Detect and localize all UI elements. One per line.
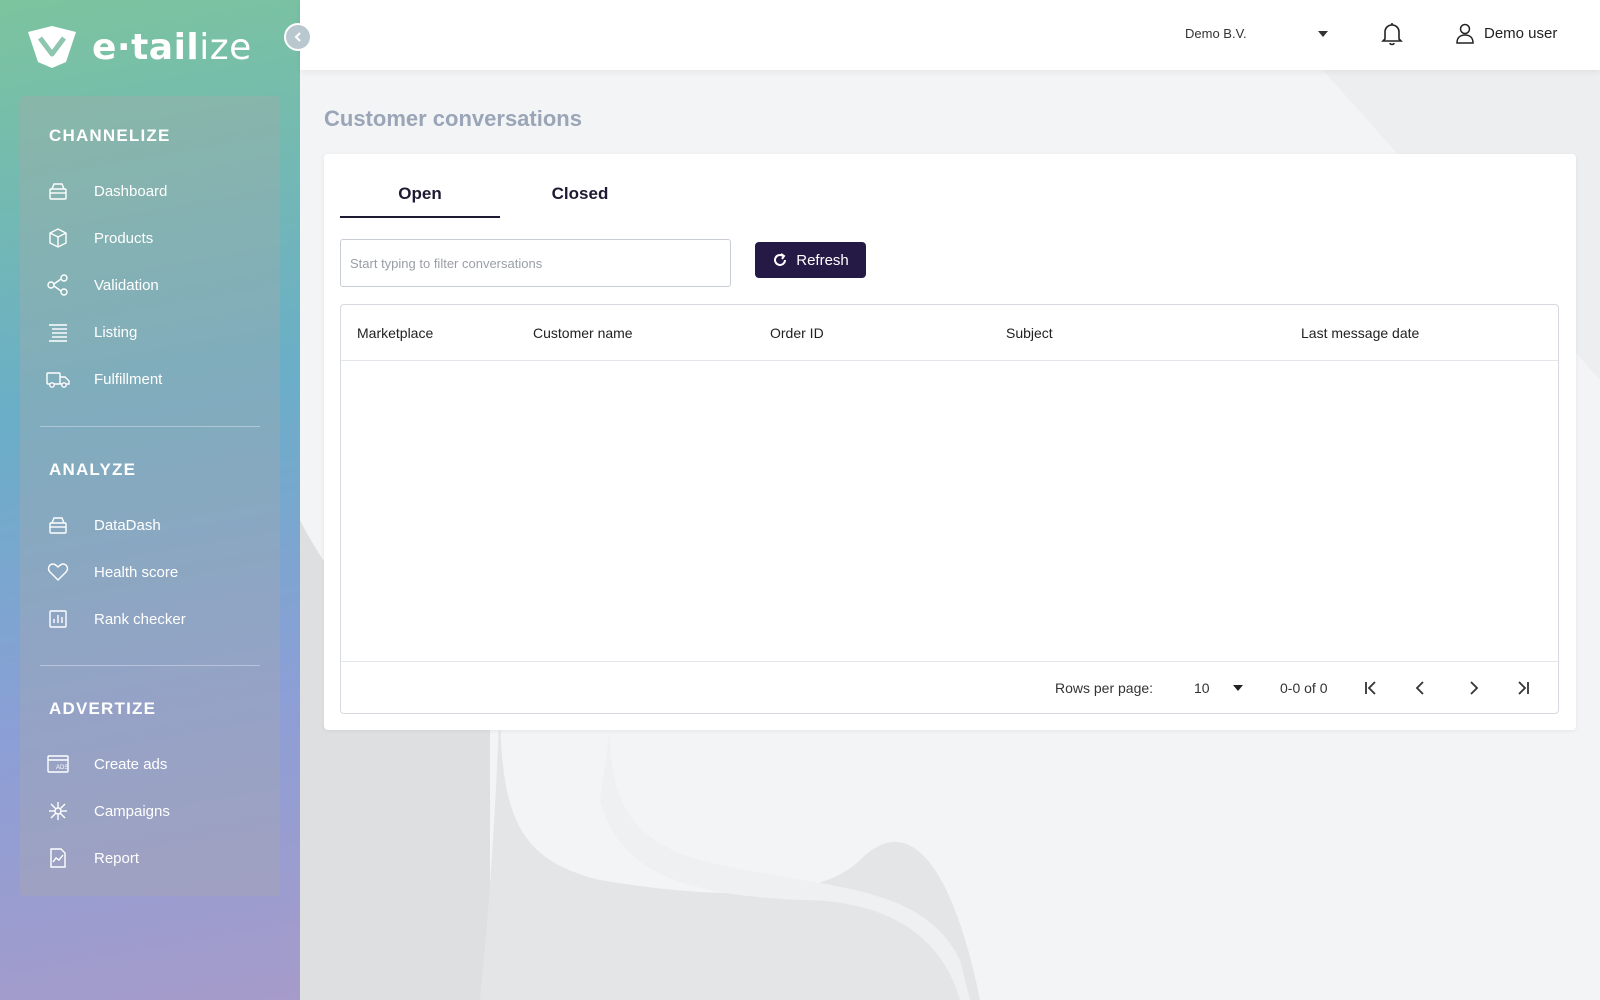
column-header-marketplace[interactable]: Marketplace — [357, 325, 433, 341]
next-page-button[interactable] — [1461, 676, 1485, 700]
bar-chart-icon — [46, 607, 70, 631]
truck-icon — [46, 367, 70, 391]
network-icon — [46, 799, 70, 823]
section-title-advertize: ADVERTIZE — [49, 699, 157, 718]
rows-per-page-label: Rows per page: — [1055, 680, 1154, 696]
heart-icon — [46, 560, 70, 584]
filter-conversations-input[interactable] — [340, 239, 731, 287]
first-page-icon — [1365, 681, 1376, 695]
user-icon — [1456, 23, 1474, 44]
report-icon — [46, 846, 70, 870]
svg-text:ADS: ADS — [56, 765, 68, 771]
ads-icon: ADS — [46, 752, 70, 776]
list-lines-icon — [46, 320, 70, 344]
sidebar-item-rank-checker[interactable]: Rank checker — [46, 603, 266, 635]
last-page-icon — [1518, 681, 1529, 695]
notifications-button[interactable] — [1380, 21, 1404, 52]
sidebar-item-campaigns[interactable]: Campaigns — [46, 795, 266, 827]
sidebar-item-fulfillment[interactable]: Fulfillment — [46, 363, 266, 395]
section-title-channelize: CHANNELIZE — [49, 126, 171, 145]
company-selector[interactable]: Demo B.V. — [1185, 26, 1329, 41]
brand-name: e·tailize — [92, 26, 252, 68]
user-menu[interactable]: Demo user — [1454, 22, 1557, 44]
company-name: Demo B.V. — [1185, 26, 1247, 41]
page-title: Customer conversations — [324, 106, 582, 131]
previous-page-button[interactable] — [1409, 676, 1433, 700]
top-bar: Demo B.V. Demo user — [300, 0, 1600, 70]
tabs: Open Closed — [340, 176, 660, 218]
sidebar-item-validation[interactable]: Validation — [46, 269, 266, 301]
chevron-right-icon — [1470, 681, 1479, 695]
bell-icon — [1381, 23, 1403, 46]
nav-panel: CHANNELIZE Dashboard Products Validation… — [20, 96, 280, 896]
sidebar-item-listing[interactable]: Listing — [46, 316, 266, 348]
column-header-last-message-date[interactable]: Last message date — [1301, 325, 1419, 341]
sidebar-item-dashboard[interactable]: Dashboard — [46, 175, 266, 207]
column-header-order-id[interactable]: Order ID — [770, 325, 824, 341]
collapse-sidebar-button[interactable] — [284, 23, 312, 51]
user-name: Demo user — [1484, 24, 1558, 42]
cube-icon — [46, 226, 70, 250]
chevron-left-icon — [1415, 681, 1424, 695]
share-nodes-icon — [46, 273, 70, 297]
conversations-table: Marketplace Customer name Order ID Subje… — [340, 304, 1559, 714]
column-header-customer-name[interactable]: Customer name — [533, 325, 633, 341]
box-stack-icon — [46, 513, 70, 537]
first-page-button[interactable] — [1359, 676, 1383, 700]
sidebar-item-health-score[interactable]: Health score — [46, 556, 266, 588]
rows-per-page-select[interactable]: 10 — [1194, 680, 1244, 696]
tab-closed[interactable]: Closed — [500, 176, 660, 218]
conversations-card: Open Closed Refresh Marketplace Customer… — [324, 154, 1576, 730]
box-stack-icon — [46, 179, 70, 203]
section-divider — [40, 426, 260, 427]
pagination-range: 0-0 of 0 — [1280, 680, 1328, 696]
table-header: Marketplace Customer name Order ID Subje… — [341, 305, 1558, 361]
logo-icon — [28, 26, 76, 68]
sidebar-item-create-ads[interactable]: ADS Create ads — [46, 748, 266, 780]
caret-down-icon — [1232, 685, 1243, 691]
section-divider — [40, 665, 260, 666]
brand-logo[interactable]: e·tailize — [26, 24, 252, 70]
section-title-analyze: ANALYZE — [49, 460, 137, 479]
last-page-button[interactable] — [1511, 676, 1535, 700]
sidebar-item-products[interactable]: Products — [46, 222, 266, 254]
refresh-icon — [774, 253, 787, 266]
table-pagination: Rows per page: 10 0-0 of 0 — [341, 661, 1558, 713]
caret-down-icon — [1317, 30, 1328, 37]
refresh-button[interactable]: Refresh — [755, 242, 866, 278]
sidebar: e·tailize CHANNELIZE Dashboard Products … — [0, 0, 300, 1000]
sidebar-item-datadash[interactable]: DataDash — [46, 509, 266, 541]
column-header-subject[interactable]: Subject — [1006, 325, 1053, 341]
chevron-left-icon — [294, 32, 301, 42]
tab-open[interactable]: Open — [340, 176, 500, 218]
sidebar-item-report[interactable]: Report — [46, 842, 266, 874]
